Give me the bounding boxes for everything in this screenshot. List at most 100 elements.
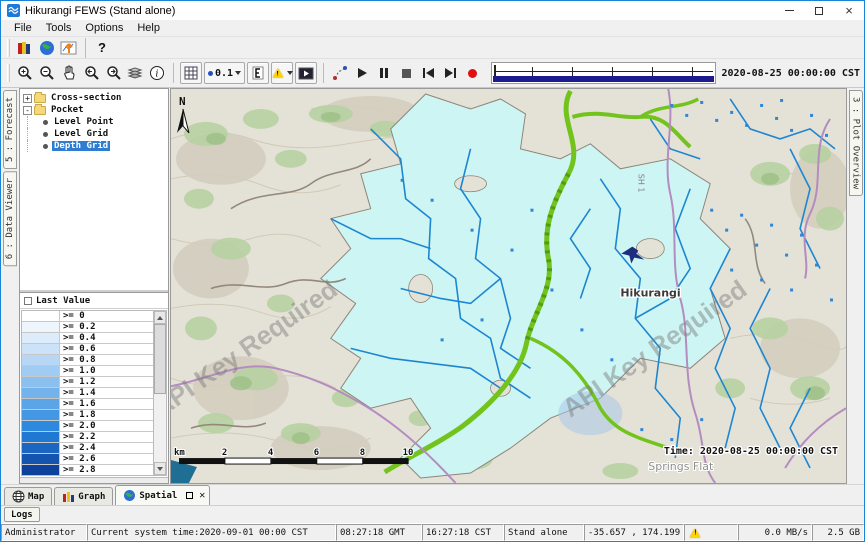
map-view[interactable]: API Key Required API Key Required Hikura… [170, 88, 847, 484]
record-button[interactable] [461, 62, 483, 84]
zoom-in-icon[interactable] [14, 62, 36, 84]
scroll-down-icon[interactable] [154, 462, 166, 475]
status-warning[interactable] [684, 524, 738, 541]
legend-scrollbar[interactable] [153, 311, 166, 475]
legend-color-swatch [22, 432, 60, 442]
svg-text:8: 8 [360, 448, 365, 458]
legend-class-label: >= 1.4 [60, 388, 153, 398]
tree-item-label[interactable]: Pocket [49, 105, 86, 115]
layers-icon[interactable] [124, 62, 146, 84]
tree-item-depth-grid[interactable]: Depth Grid [22, 140, 168, 152]
tree-item-label[interactable]: Level Grid [52, 129, 110, 139]
tree-item-label[interactable]: Depth Grid [52, 141, 110, 151]
tree-item-label[interactable]: Cross-section [49, 93, 123, 103]
chevron-down-icon [235, 71, 241, 75]
legend-list: >= 0>= 0.2>= 0.4>= 0.6>= 0.8>= 1.0>= 1.2… [22, 311, 153, 475]
legend-row: >= 1.2 [22, 377, 153, 388]
legend-class-label: >= 0.6 [60, 344, 153, 354]
svg-text:Hikurangi: Hikurangi [620, 286, 680, 299]
svg-text:6: 6 [314, 448, 319, 458]
zoom-previous-icon[interactable] [80, 62, 102, 84]
legend-row: >= 0 [22, 311, 153, 322]
status-coordinates: -35.657 , 174.199 [584, 524, 684, 541]
legend-row: >= 0.8 [22, 355, 153, 366]
close-button[interactable]: × [834, 1, 864, 20]
grid-display-icon[interactable] [180, 62, 202, 84]
close-panel-icon[interactable]: ✕ [199, 490, 205, 501]
play-button[interactable] [351, 62, 373, 84]
help-icon[interactable]: ? [91, 37, 113, 59]
map-canvas[interactable]: API Key Required API Key Required Hikura… [171, 89, 846, 483]
status-memory[interactable]: 2.5 GB [812, 524, 864, 541]
legend-row: >= 1.4 [22, 388, 153, 399]
reports-icon[interactable] [14, 37, 36, 59]
legend-row: >= 2.4 [22, 443, 153, 454]
node-bullet-icon [43, 120, 48, 125]
scroll-up-icon[interactable] [154, 311, 166, 324]
elevation-scale-icon[interactable] [247, 62, 269, 84]
bar-chart-icon [62, 491, 75, 503]
legend-color-swatch [22, 377, 60, 387]
first-frame-button[interactable] [417, 62, 439, 84]
legend-class-label: >= 1.0 [60, 366, 153, 376]
svg-text:N: N [179, 95, 186, 108]
tab-map[interactable]: Map [4, 487, 52, 505]
svg-text:10: 10 [403, 448, 414, 458]
thresholds-warning-dropdown[interactable] [271, 62, 293, 84]
zoom-next-icon[interactable] [102, 62, 124, 84]
menu-tools[interactable]: Tools [39, 21, 79, 35]
tree-item-level-grid[interactable]: Level Grid [22, 128, 168, 140]
current-datetime: 2020-08-25 00:00:00 CST [722, 68, 860, 79]
tab-spatial[interactable]: Spatial ✕ [115, 485, 210, 505]
expander-icon[interactable]: + [23, 94, 32, 103]
tree-panel[interactable]: + Cross-section - Pocket Level Point Level Gr… [20, 89, 168, 292]
legend-row: >= 1.6 [22, 399, 153, 410]
zoom-out-icon[interactable] [36, 62, 58, 84]
maximize-panel-icon[interactable] [186, 492, 193, 499]
maximize-button[interactable] [804, 1, 834, 20]
class-interval-dropdown[interactable]: 0.1 [204, 62, 245, 84]
svg-text:i: i [156, 70, 159, 80]
tree-item-cross-section[interactable]: + Cross-section [22, 92, 168, 104]
profile-route-icon[interactable] [329, 62, 351, 84]
pause-button[interactable] [373, 62, 395, 84]
scrollbar-thumb[interactable] [154, 324, 166, 394]
stop-button[interactable] [395, 62, 417, 84]
legend-class-label: >= 1.2 [60, 377, 153, 387]
legend-class-label: >= 0.4 [60, 333, 153, 343]
last-frame-button[interactable] [439, 62, 461, 84]
last-value-label: Last Value [36, 296, 90, 306]
timeseries-chart-icon[interactable] [58, 37, 80, 59]
legend-row: >= 2.6 [22, 454, 153, 465]
animation-movie-icon[interactable] [295, 62, 317, 84]
legend-color-swatch [22, 388, 60, 398]
legend-hscrollbar[interactable] [20, 477, 168, 483]
app-icon [7, 4, 20, 17]
logs-button[interactable]: Logs [4, 507, 40, 522]
tab-plot-overview[interactable]: 3 : Plot Overview [849, 90, 863, 196]
tree-item-level-point[interactable]: Level Point [22, 116, 168, 128]
menu-help[interactable]: Help [130, 21, 167, 35]
map-time-label: Time: 2020-08-25 00:00:00 CST [664, 445, 838, 457]
tree-item-pocket[interactable]: - Pocket [22, 104, 168, 116]
last-value-checkbox[interactable] [24, 297, 32, 305]
content: 5 : Forecast 6 : Data Viewer + Cross-sect… [1, 88, 864, 484]
tab-data-viewer[interactable]: 6 : Data Viewer [3, 171, 17, 266]
legend-color-swatch [22, 355, 60, 365]
time-slider[interactable] [491, 62, 715, 84]
window-title: Hikurangi FEWS (Stand alone) [25, 5, 175, 17]
info-icon[interactable]: i [146, 62, 168, 84]
tab-forecast[interactable]: 5 : Forecast [3, 90, 17, 169]
menubar: File Tools Options Help [1, 20, 864, 37]
folder-icon [34, 106, 46, 115]
status-mode: Stand alone [504, 524, 584, 541]
tree-item-label[interactable]: Level Point [52, 117, 116, 127]
expander-icon[interactable]: - [23, 106, 32, 115]
svg-text:4: 4 [268, 448, 273, 458]
menu-file[interactable]: File [7, 21, 39, 35]
pan-icon[interactable] [58, 62, 80, 84]
minimize-button[interactable] [774, 1, 804, 20]
menu-options[interactable]: Options [78, 21, 130, 35]
tab-graph[interactable]: Graph [54, 487, 113, 505]
globe-explorer-icon[interactable] [36, 37, 58, 59]
